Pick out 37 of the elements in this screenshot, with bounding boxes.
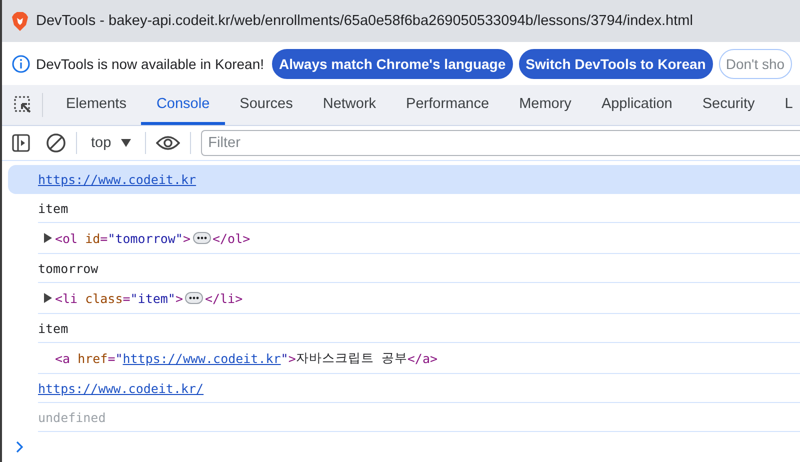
panel-tab[interactable]: Performance bbox=[391, 85, 504, 125]
info-message: DevTools is now available in Korean! bbox=[36, 56, 264, 72]
console-message: tomorrow bbox=[38, 260, 98, 276]
console-message: <li class="item"> </li> bbox=[55, 290, 243, 306]
clear-console-icon[interactable] bbox=[46, 133, 66, 153]
panel-tab[interactable]: Network bbox=[308, 85, 392, 125]
panel-tab[interactable]: Memory bbox=[504, 85, 586, 125]
console-message: undefined bbox=[38, 410, 106, 424]
eye-icon[interactable] bbox=[156, 135, 180, 151]
expand-triangle-icon[interactable] bbox=[44, 233, 53, 243]
panel-tab[interactable]: L bbox=[770, 85, 800, 125]
prompt-chevron-icon[interactable] bbox=[16, 441, 24, 453]
language-button[interactable]: Switch DevTools to Korean bbox=[518, 48, 713, 78]
console-message: <a href="https://www.codeit.kr">자바스크립트 공부</a> bbox=[54, 350, 438, 366]
console-message: <ol id="tomorrow"> </ol> bbox=[55, 230, 250, 246]
dismiss-button[interactable]: Don't sho bbox=[718, 48, 792, 78]
window-title: DevTools - bakey-api.codeit.kr/web/enrollments/65a0e58f6ba269050533094b/lessons/3794/index.html bbox=[36, 13, 693, 29]
info-icon bbox=[12, 54, 30, 72]
console-message: item bbox=[38, 200, 68, 216]
console-message: item bbox=[38, 320, 68, 336]
panel-tab[interactable]: Security bbox=[687, 85, 770, 125]
context-dropdown[interactable]: top bbox=[87, 135, 136, 151]
panel-tab[interactable]: Elements bbox=[51, 85, 142, 125]
language-button[interactable]: Always match Chrome's language bbox=[272, 48, 513, 78]
ellipsis-icon[interactable] bbox=[184, 292, 203, 304]
filter-field[interactable]: Filter bbox=[201, 130, 800, 156]
panel-tab[interactable]: Sources bbox=[224, 85, 308, 125]
sidebar-toggle-icon[interactable] bbox=[12, 134, 30, 152]
url-link[interactable]: https://www.codeit.kr bbox=[122, 350, 281, 366]
ellipsis-icon[interactable] bbox=[192, 232, 210, 244]
dropdown-arrow-icon bbox=[121, 139, 132, 147]
expand-triangle-icon[interactable] bbox=[44, 293, 53, 303]
panel-tab[interactable]: Console bbox=[141, 85, 225, 125]
inspect-element-icon[interactable] bbox=[14, 96, 32, 114]
url-link[interactable]: https://www.codeit.kr/ bbox=[38, 380, 204, 396]
url-link[interactable]: https://www.codeit.kr bbox=[38, 172, 196, 186]
panel-tab[interactable]: Application bbox=[586, 85, 688, 125]
